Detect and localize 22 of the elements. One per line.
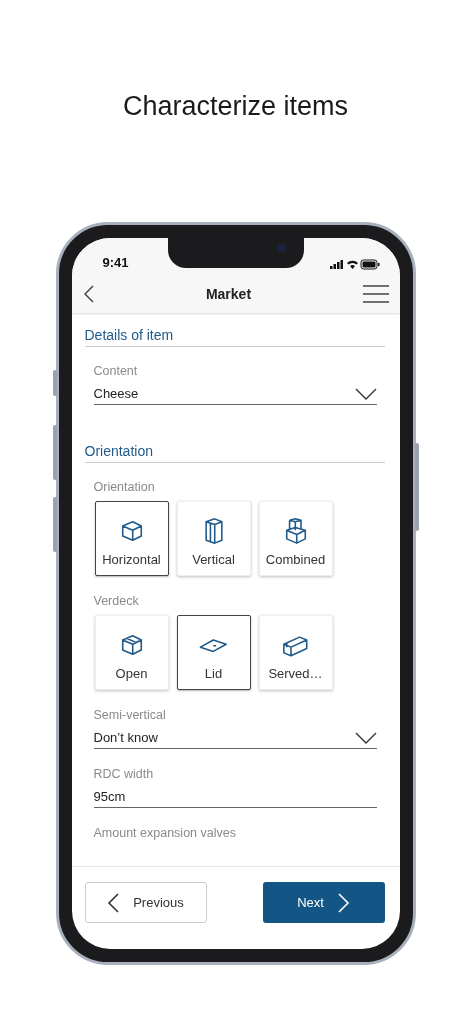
- option-card[interactable]: Horizontal: [94, 501, 169, 576]
- input-field[interactable]: 95cm: [93, 785, 377, 808]
- field-label: Semi-vertical: [93, 707, 167, 723]
- field-label: Verdeck: [93, 593, 140, 609]
- next-button[interactable]: Next: [262, 882, 385, 923]
- section-heading: Orientation: [84, 443, 385, 463]
- status-time: 9:41: [102, 255, 129, 270]
- option-card[interactable]: Open: [94, 615, 169, 690]
- field-label: Content: [93, 363, 139, 379]
- field-label: Orientation: [93, 479, 156, 495]
- dropdown-field[interactable]: Don’t know: [93, 726, 377, 749]
- dropdown-field[interactable]: Cheese: [93, 382, 377, 405]
- option-card[interactable]: Lid: [176, 615, 251, 690]
- previous-button[interactable]: Previous: [84, 882, 207, 923]
- option-card[interactable]: Vertical: [176, 501, 251, 576]
- headline: Characterize items: [121, 90, 350, 123]
- section-heading: Details of item: [84, 327, 385, 347]
- option-card[interactable]: Served…: [258, 615, 333, 690]
- field-label: RDC width: [93, 766, 155, 782]
- screen-title: Market: [205, 286, 252, 302]
- option-card[interactable]: Combined: [258, 501, 333, 576]
- field-label: Amount expansion valves: [93, 825, 237, 841]
